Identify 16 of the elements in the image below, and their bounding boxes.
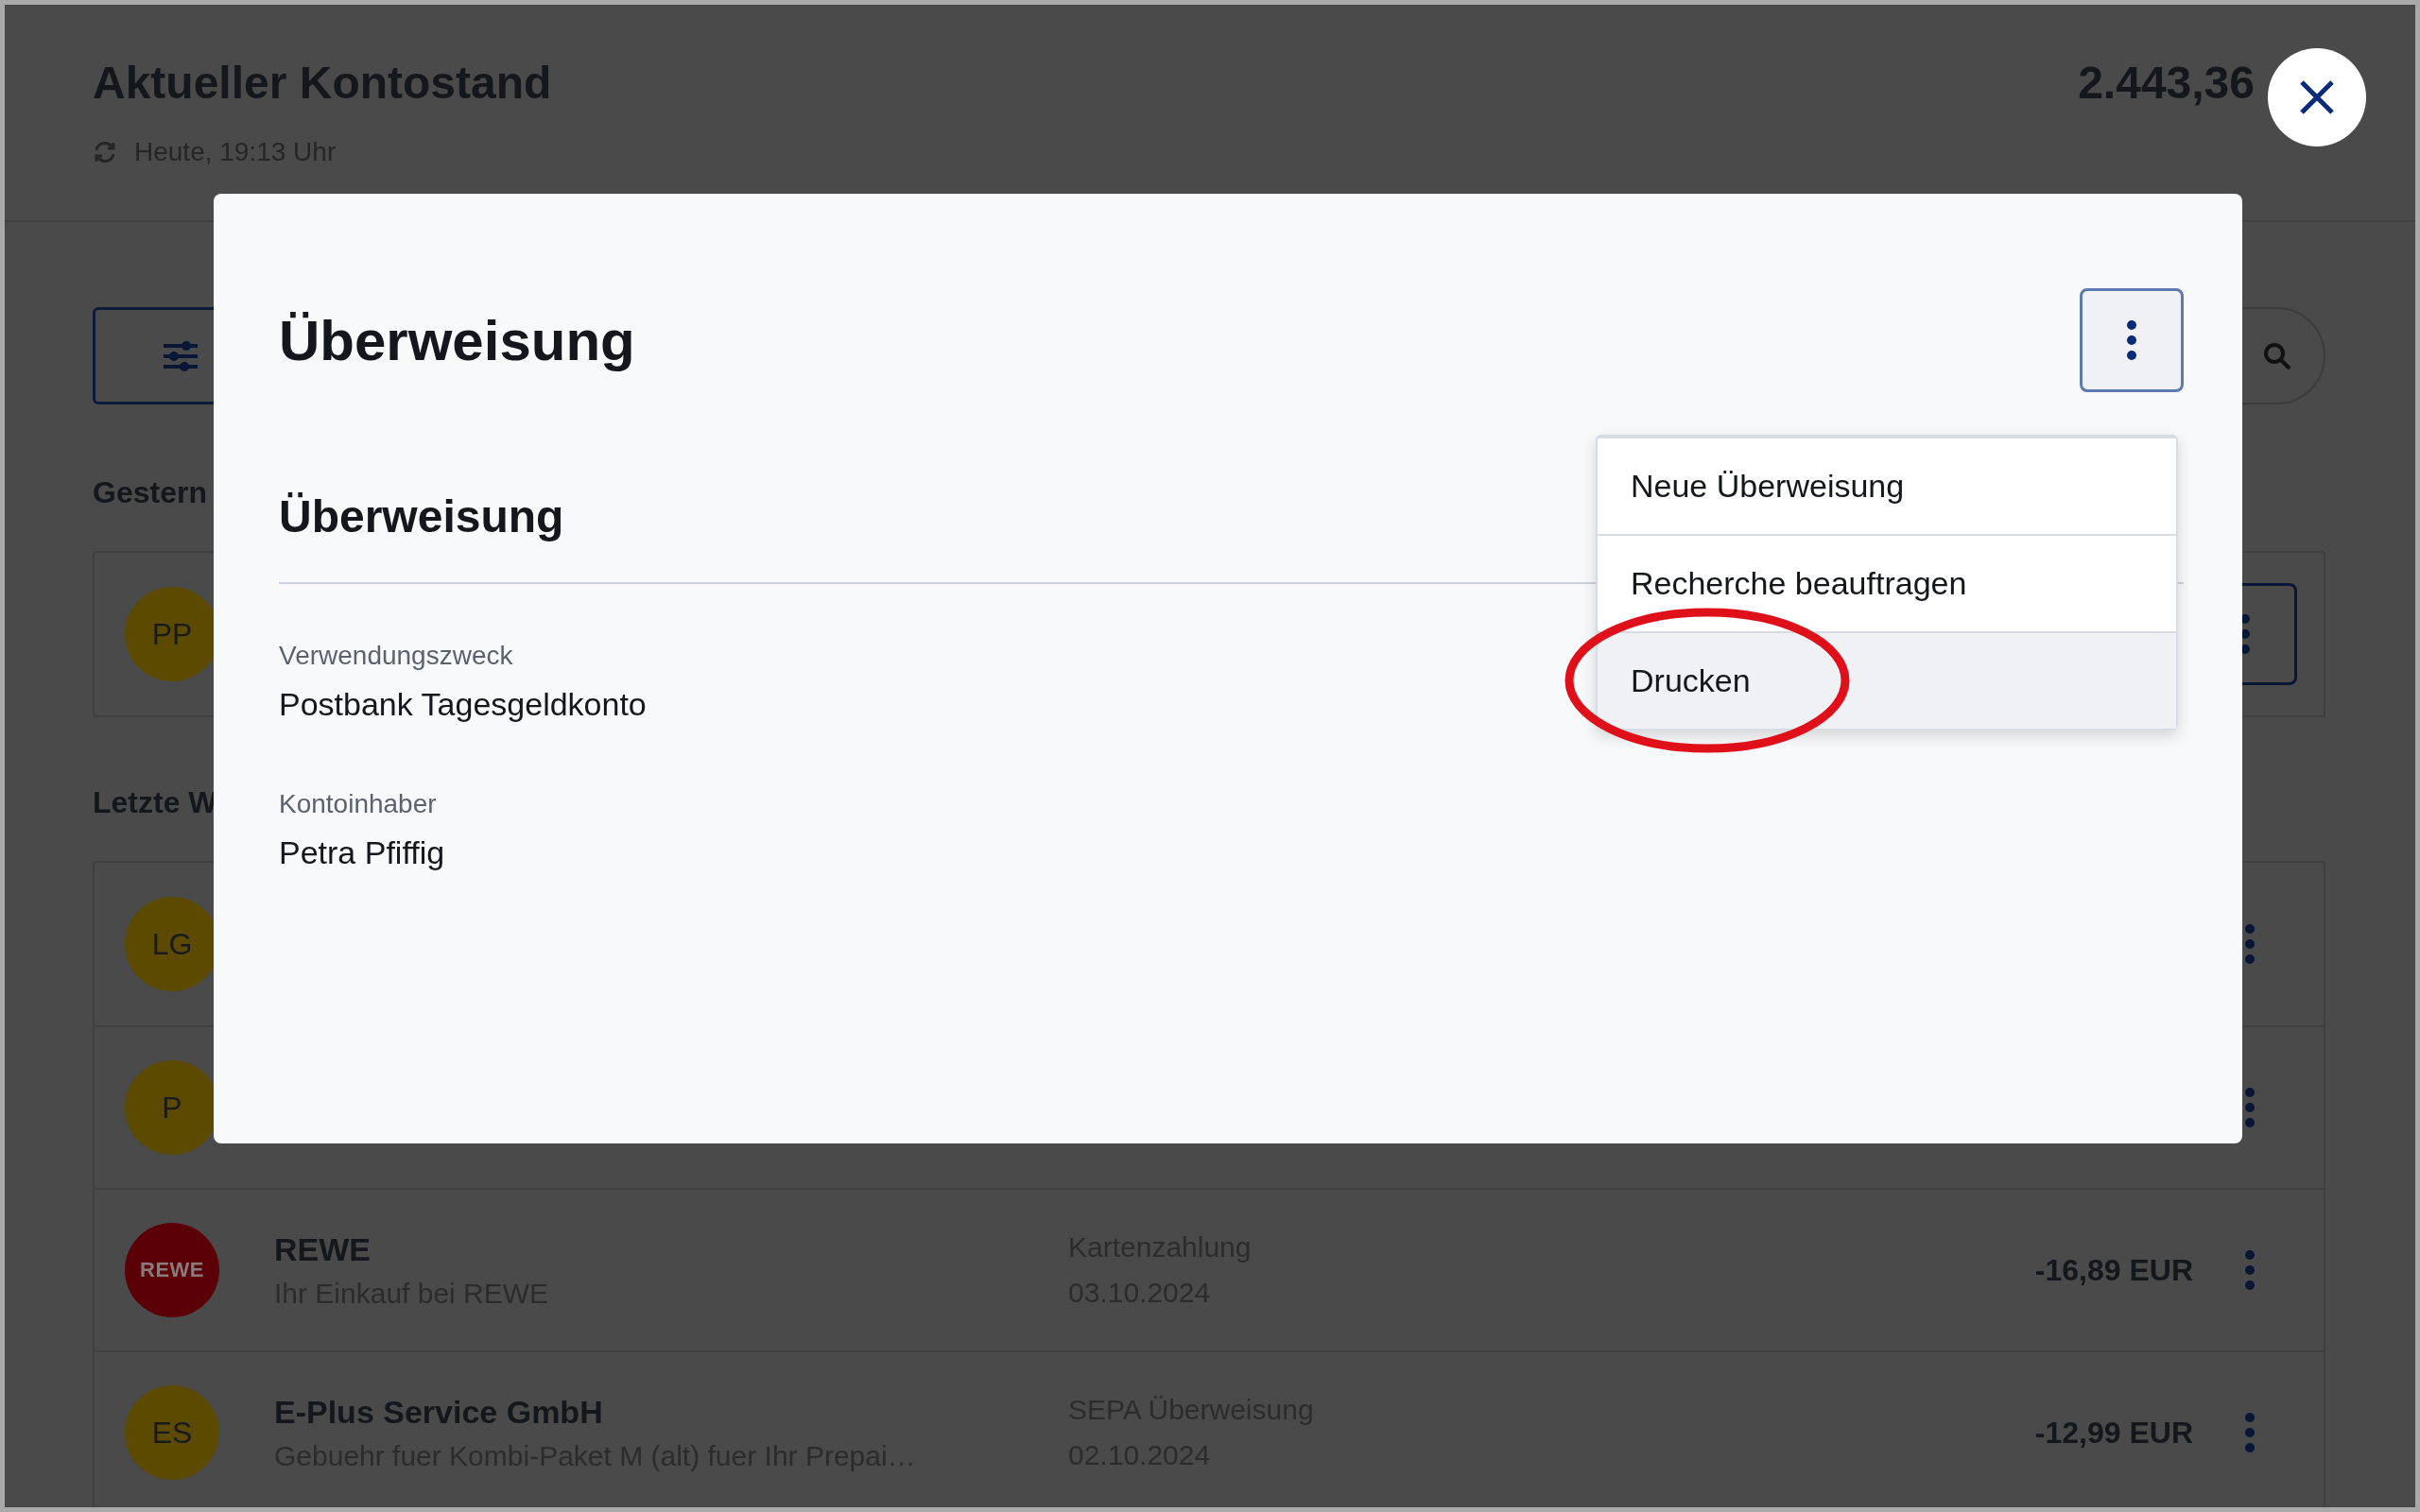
- menu-item[interactable]: Neue Überweisung: [1598, 437, 2176, 534]
- more-icon: [2244, 1087, 2256, 1128]
- field-value: Postbank Tagesgeldkonto: [279, 686, 648, 723]
- dialog-title: Überweisung: [279, 307, 635, 373]
- brand-logo: REWE: [125, 1223, 219, 1317]
- menu-item[interactable]: Drucken: [1598, 631, 2176, 729]
- more-icon: [2244, 1412, 2256, 1453]
- more-icon: [2244, 1249, 2256, 1291]
- search-icon: [2263, 341, 2291, 370]
- field-label: Kontoinhaber: [279, 789, 438, 819]
- close-icon: [2298, 78, 2336, 116]
- field-value: Petra Pfiffig: [279, 834, 446, 871]
- field-label: Verwendungszweck: [279, 641, 514, 671]
- more-icon: [2244, 923, 2256, 965]
- avatar: ES: [125, 1385, 219, 1480]
- more-icon: [2126, 319, 2137, 361]
